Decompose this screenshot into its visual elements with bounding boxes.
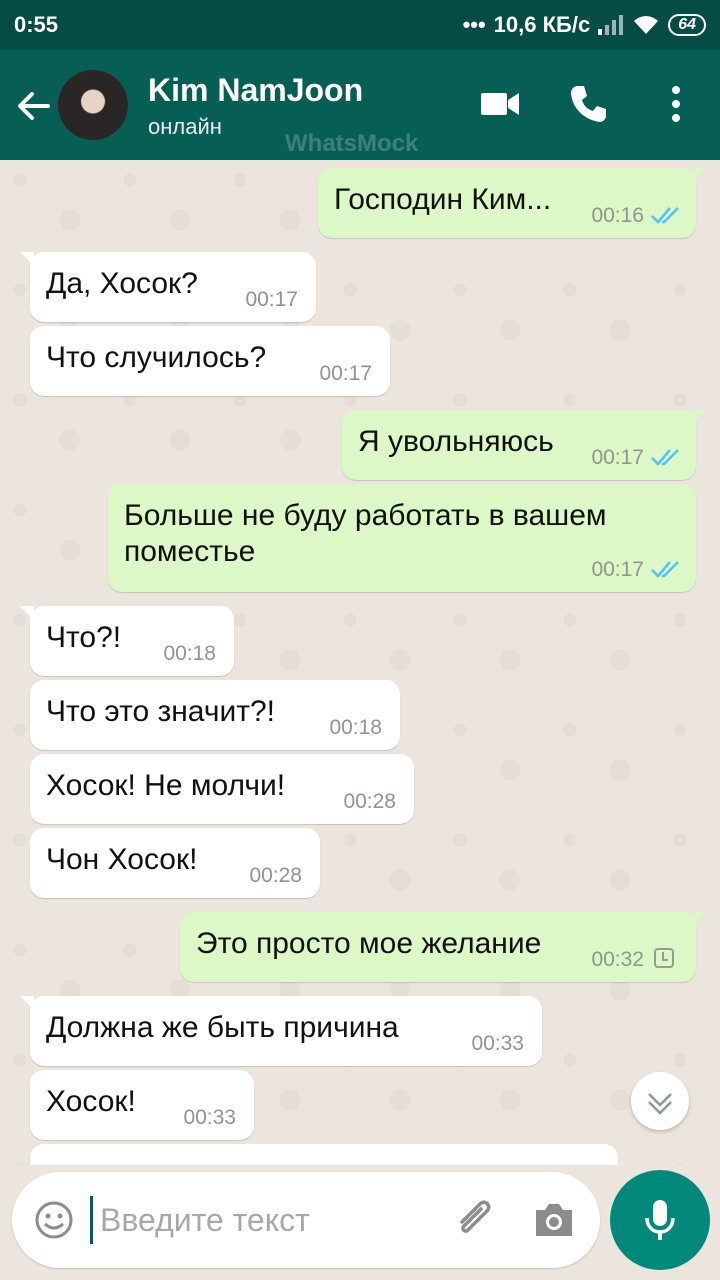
video-call-icon[interactable] <box>478 82 522 126</box>
status-time: 0:55 <box>14 12 59 37</box>
scroll-down-button[interactable] <box>631 1072 689 1130</box>
camera-icon[interactable] <box>532 1200 576 1240</box>
battery-indicator: 64 <box>668 14 706 36</box>
message-input[interactable] <box>100 1196 430 1244</box>
message-text: Это просто мое желание <box>196 927 542 960</box>
contact-name[interactable]: Kim NamJoon <box>148 72 363 109</box>
message-time: 00:18 <box>329 716 382 739</box>
message-text: Я увольняюсь <box>358 425 554 458</box>
message-incoming[interactable]: Что?! 00:18 <box>20 606 234 676</box>
message-time: 00:18 <box>163 642 216 665</box>
double-check-icon <box>651 449 679 466</box>
message-text: Хосок! <box>46 1085 136 1118</box>
message-incoming-partial[interactable] <box>30 1144 618 1165</box>
mic-icon <box>645 1200 675 1240</box>
message-text: Чон Хосок! <box>46 843 198 876</box>
message-incoming[interactable]: Что случилось? 00:17 <box>30 326 390 396</box>
chevron-down-icon <box>648 1093 672 1115</box>
message-text: Господин Ким... <box>334 183 552 216</box>
message-time: 00:33 <box>183 1106 236 1129</box>
message-incoming[interactable]: Чон Хосок! 00:28 <box>30 828 320 898</box>
wifi-icon <box>634 16 659 34</box>
message-text: Должна же быть причина <box>46 1011 399 1044</box>
message-outgoing[interactable]: Это просто мое желание 00:32 <box>180 912 706 982</box>
message-time: 00:17 <box>591 558 644 581</box>
message-text: Что это значит?! <box>46 695 275 728</box>
status-right: ••• 10,6 КБ/с 64 <box>463 12 706 38</box>
message-outgoing[interactable]: Я увольняюсь 00:17 <box>342 410 706 480</box>
message-outgoing[interactable]: Больше не буду работать в вашем поместье… <box>108 484 696 592</box>
dots-icon: ••• <box>462 12 486 37</box>
message-text: Хосок! Не молчи! <box>46 769 286 802</box>
clock-icon <box>654 948 674 968</box>
signal-icon <box>598 15 624 35</box>
message-text: Да, Хосок? <box>46 267 198 300</box>
emoji-icon[interactable] <box>34 1200 74 1240</box>
double-check-icon <box>651 561 679 578</box>
message-outgoing[interactable]: Господин Ким... 00:16 <box>318 168 706 238</box>
double-check-icon <box>651 207 679 224</box>
message-text: Что?! <box>46 621 122 654</box>
contact-status: онлайн <box>148 114 222 139</box>
mic-button[interactable] <box>610 1170 710 1270</box>
text-caret <box>90 1196 93 1244</box>
more-vert-icon[interactable] <box>656 82 696 126</box>
message-time: 00:32 <box>591 948 644 971</box>
message-time: 00:16 <box>591 204 644 227</box>
message-time: 00:33 <box>471 1032 524 1055</box>
message-incoming[interactable]: Что это значит?! 00:18 <box>30 680 400 750</box>
message-incoming[interactable]: Хосок! 00:33 <box>30 1070 254 1140</box>
message-incoming[interactable]: Хосок! Не молчи! 00:28 <box>30 754 414 824</box>
message-incoming[interactable]: Да, Хосок? 00:17 <box>20 252 316 322</box>
back-arrow-icon[interactable] <box>14 86 54 126</box>
paperclip-icon[interactable] <box>452 1198 502 1244</box>
message-time: 00:28 <box>343 790 396 813</box>
chat-area[interactable]: Господин Ким... 00:16 Да, Хосок? 00:17 Ч… <box>0 160 720 1165</box>
watermark: WhatsMock <box>285 130 419 157</box>
avatar[interactable] <box>58 70 128 140</box>
message-input-bar <box>12 1172 600 1268</box>
message-text: Что случилось? <box>46 341 267 374</box>
chat-header: Kim NamJoon онлайн WhatsMock <box>0 50 720 160</box>
network-speed: 10,6 КБ/с <box>493 12 591 37</box>
message-text: Больше не буду работать в вашем поместье <box>124 499 607 568</box>
message-time: 00:17 <box>245 288 298 311</box>
message-time: 00:17 <box>319 362 372 385</box>
phone-icon[interactable] <box>566 82 610 126</box>
message-time: 00:28 <box>249 864 302 887</box>
message-incoming[interactable]: Должна же быть причина 00:33 <box>20 996 542 1066</box>
message-time: 00:17 <box>591 446 644 469</box>
status-bar: 0:55 ••• 10,6 КБ/с 64 <box>0 0 720 50</box>
